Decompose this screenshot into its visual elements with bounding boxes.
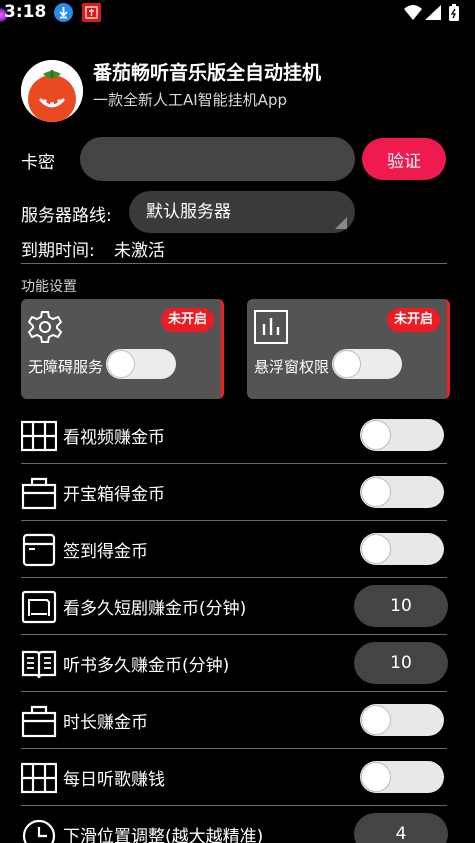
- accessibility-service-label: 无障碍服务: [28, 358, 104, 376]
- card-key-input[interactable]: [80, 137, 355, 181]
- grid-icon: [20, 761, 58, 795]
- task-row-scroll-position: 下滑位置调整(越大越精准) 4: [21, 806, 448, 843]
- gear-icon: [27, 309, 63, 349]
- calendar-icon: [21, 533, 57, 567]
- listen-book-minutes-input[interactable]: 10: [354, 642, 448, 684]
- grid-icon: [20, 419, 58, 453]
- toggle-knob: [361, 420, 391, 450]
- app-logo: [21, 60, 83, 122]
- overlay-permission-toggle[interactable]: [332, 349, 402, 379]
- app-subtitle: 一款全新人工AI智能挂机App: [93, 91, 287, 109]
- task-label: 看视频赚金币: [63, 428, 165, 448]
- toggle-knob: [361, 534, 391, 564]
- task-row-short-drama: 看多久短剧赚金币(分钟) 10: [21, 578, 448, 635]
- task-label: 每日听歌赚钱: [63, 770, 165, 790]
- task-label: 开宝箱得金币: [63, 485, 165, 505]
- verify-button[interactable]: 验证: [362, 138, 446, 180]
- toggle-knob: [361, 762, 391, 792]
- wifi-icon: [404, 5, 422, 20]
- scroll-position-input[interactable]: 4: [354, 813, 448, 843]
- sign-in-toggle[interactable]: [360, 533, 444, 565]
- section-label-function-settings: 功能设置: [21, 279, 77, 295]
- overlay-permission-card: 未开启 悬浮窗权限: [247, 299, 450, 399]
- battery-icon: [449, 4, 459, 21]
- task-label: 听书多久赚金币(分钟): [63, 656, 230, 676]
- task-label: 下滑位置调整(越大越精准): [63, 827, 264, 843]
- task-row-sign-in: 签到得金币: [21, 521, 447, 578]
- toggle-knob: [107, 350, 135, 378]
- toggle-knob: [333, 350, 361, 378]
- task-row-watch-video: 看视频赚金币: [20, 407, 447, 464]
- app-title: 番茄畅听音乐版全自动挂机: [93, 62, 322, 84]
- clock-icon: [21, 818, 57, 843]
- toggle-knob: [361, 477, 391, 507]
- server-route-value: 默认服务器: [146, 202, 231, 222]
- task-label: 看多久短剧赚金币(分钟): [63, 599, 247, 619]
- status-time: 3:18: [4, 2, 47, 22]
- open-treasure-toggle[interactable]: [360, 476, 444, 508]
- server-route-label: 服务器路线:: [21, 206, 112, 226]
- accessibility-service-toggle[interactable]: [106, 349, 176, 379]
- video-icon: [21, 590, 57, 624]
- card-key-label: 卡密: [21, 153, 55, 173]
- expiry-label: 到期时间:: [21, 241, 95, 261]
- short-drama-minutes-input[interactable]: 10: [354, 585, 448, 627]
- accessibility-permission-card: 未开启 无障碍服务: [21, 299, 224, 399]
- status-right-icons: [403, 3, 465, 27]
- app-notification-icon: [82, 3, 101, 22]
- watch-video-toggle[interactable]: [360, 419, 444, 451]
- signal-icon: [425, 5, 441, 20]
- book-icon: [21, 647, 57, 681]
- status-badge: 未开启: [160, 308, 214, 332]
- chart-icon: [253, 309, 289, 349]
- dropdown-corner-icon: [335, 217, 347, 229]
- treasure-box-icon: [21, 704, 57, 738]
- task-label: 签到得金币: [63, 542, 148, 562]
- toggle-knob: [361, 705, 391, 735]
- status-badge: 未开启: [386, 308, 440, 332]
- duration-coins-toggle[interactable]: [360, 704, 444, 736]
- task-row-listen-book: 听书多久赚金币(分钟) 10: [21, 635, 448, 692]
- daily-music-toggle[interactable]: [360, 761, 444, 793]
- task-row-daily-music: 每日听歌赚钱: [20, 749, 447, 806]
- divider: [21, 263, 447, 264]
- status-bar: 3:18: [0, 0, 475, 26]
- task-row-duration-coins: 时长赚金币: [21, 692, 447, 749]
- server-route-dropdown[interactable]: 默认服务器: [129, 191, 355, 233]
- task-row-open-treasure: 开宝箱得金币: [21, 464, 447, 521]
- treasure-box-icon: [21, 476, 57, 510]
- expiry-value: 未激活: [114, 241, 165, 261]
- download-icon: [54, 3, 73, 22]
- overlay-permission-label: 悬浮窗权限: [254, 358, 330, 376]
- task-label: 时长赚金币: [63, 713, 148, 733]
